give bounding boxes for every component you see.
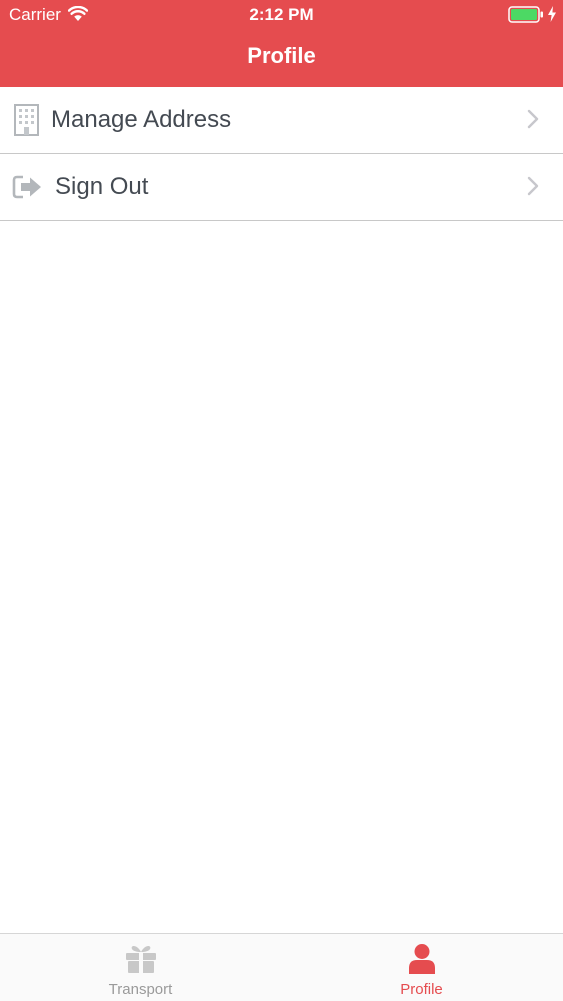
user-icon bbox=[408, 943, 436, 980]
header: Carrier 2:12 PM Profile bbox=[0, 0, 563, 87]
tab-bar: Transport Profile bbox=[0, 933, 563, 1001]
gift-icon bbox=[125, 943, 157, 978]
battery-icon bbox=[508, 6, 544, 28]
tab-transport[interactable]: Transport bbox=[0, 934, 281, 1001]
sign-out-label: Sign Out bbox=[55, 173, 149, 200]
status-bar: Carrier 2:12 PM bbox=[0, 0, 563, 30]
profile-menu: Manage Address Sign Out bbox=[0, 87, 563, 221]
manage-address-label: Manage Address bbox=[51, 106, 232, 133]
charging-icon bbox=[547, 6, 557, 27]
chevron-right-icon bbox=[527, 176, 539, 201]
chevron-right-icon bbox=[527, 109, 539, 134]
page-title: Profile bbox=[247, 43, 316, 68]
sign-out-row[interactable]: Sign Out bbox=[0, 154, 563, 221]
sign-out-icon bbox=[12, 171, 44, 203]
manage-address-row[interactable]: Manage Address bbox=[0, 87, 563, 154]
tab-profile-label: Profile bbox=[400, 981, 443, 998]
tab-profile[interactable]: Profile bbox=[281, 934, 562, 1001]
building-icon bbox=[12, 104, 44, 136]
status-time: 2:12 PM bbox=[249, 5, 314, 24]
tab-transport-label: Transport bbox=[108, 981, 173, 998]
